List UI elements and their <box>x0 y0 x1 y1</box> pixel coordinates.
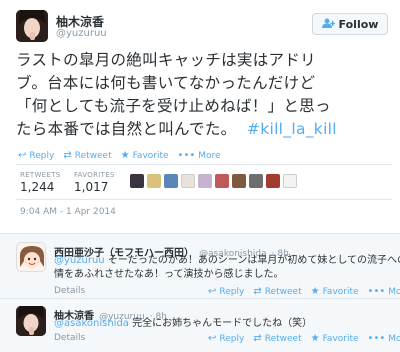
user-avatar[interactable] <box>147 174 161 188</box>
retweet-button[interactable]: ⇄ Retweet <box>253 333 301 344</box>
more-dots-icon: ••• <box>367 333 386 344</box>
tweet-actions: ↩ Reply ⇄ Retweet ★ Favorite ••• More <box>18 150 221 161</box>
reply-details-link[interactable]: Details <box>54 333 85 343</box>
divider <box>16 164 392 165</box>
reply-details-link[interactable]: Details <box>54 286 85 296</box>
more-label: More <box>388 333 400 344</box>
tweet-text-line: ブ。台本には何も書いてなかったんだけど <box>16 74 316 92</box>
more-label: More <box>198 150 221 161</box>
reply-text: @asakonishida 完全にお姉ちゃんモードでしたね（笑） <box>54 317 312 331</box>
user-avatar[interactable] <box>266 174 280 188</box>
favorite-button[interactable]: ★ Favorite <box>311 333 359 344</box>
favorite-star-icon: ★ <box>310 286 320 297</box>
reply-icon: ↩ <box>208 286 217 297</box>
retweet-label: Retweet <box>74 150 112 161</box>
author-avatar[interactable] <box>16 10 48 42</box>
user-avatar[interactable] <box>232 174 246 188</box>
favorites-count[interactable]: 1,017 <box>74 180 108 194</box>
reply-text: @yuzuruu そーだったのかあ！あのシーンは皐月が初めて妹としての流子への愛… <box>54 254 400 282</box>
more-dots-icon: ••• <box>177 150 196 161</box>
tweet-timestamp[interactable]: 9:04 AM - 1 Apr 2014 <box>20 207 116 217</box>
favorite-label: Favorite <box>132 150 169 161</box>
tweet-text-line-end: たら本番では自然と叫んでた。 <box>16 120 237 138</box>
favorite-button[interactable]: ★ Favorite <box>121 150 169 161</box>
reply-text-content: 完全にお姉ちゃんモードでしたね（笑） <box>128 318 313 329</box>
reply-avatar[interactable] <box>16 306 46 336</box>
tweet-text-line: 「何としても流子を受け止めねば！」と思っ <box>16 97 331 115</box>
favorite-star-icon: ★ <box>120 150 130 161</box>
retweet-label: Retweet <box>264 286 302 297</box>
favoriters-avatars <box>130 174 297 188</box>
retweet-button[interactable]: ⇄ Retweet <box>253 286 301 297</box>
reply-label: Reply <box>29 150 55 161</box>
user-avatar[interactable] <box>181 174 195 188</box>
reply-button[interactable]: ↩ Reply <box>18 150 54 161</box>
reply-text-line: @yuzuruu そーだったのかあ！あのシーンは皐月が初めて妹としての流子への愛 <box>54 254 400 268</box>
tweet-text: ラストの皐月の絶叫キャッチは実はアドリ ブ。台本には何も書いてなかったんだけど … <box>16 49 392 141</box>
retweet-icon: ⇄ <box>253 286 262 297</box>
reply-mention-link[interactable]: @yuzuruu <box>54 255 105 266</box>
favorite-button[interactable]: ★ Favorite <box>311 286 359 297</box>
reply-icon: ↩ <box>208 333 217 344</box>
retweets-label: RETWEETS <box>20 171 61 179</box>
user-avatar[interactable] <box>283 174 297 188</box>
more-button[interactable]: •••More <box>368 286 400 297</box>
tweet-text-line: ラストの皐月の絶叫キャッチは実はアドリ <box>16 51 316 69</box>
tweet-text-line: たら本番では自然と叫んでた。 #kill_la_kill <box>16 118 392 141</box>
reply-avatar[interactable] <box>16 242 46 272</box>
reply-button[interactable]: ↩ Reply <box>208 333 244 344</box>
reply-button[interactable]: ↩ Reply <box>208 286 244 297</box>
reply-icon: ↩ <box>18 150 27 161</box>
favorite-label: Favorite <box>322 333 359 344</box>
favorite-label: Favorite <box>322 286 359 297</box>
reply-actions: ↩Reply ⇄Retweet ★Favorite •••More <box>208 333 400 344</box>
hashtag-link[interactable]: #kill_la_kill <box>247 120 337 138</box>
reply-actions: ↩Reply ⇄Retweet ★Favorite •••More <box>208 286 400 297</box>
reply-text-content: そーだったのかあ！あのシーンは皐月が初めて妹としての流子への愛 <box>104 255 400 266</box>
reply-text-line: 情をあふれさせたなあ！って演技から感じました。 <box>54 269 284 280</box>
author-handle[interactable]: @yuzuruu <box>56 28 107 39</box>
user-avatar[interactable] <box>249 174 263 188</box>
retweet-icon: ⇄ <box>253 333 262 344</box>
retweets-count[interactable]: 1,244 <box>20 180 54 194</box>
reply-label: Reply <box>219 333 245 344</box>
more-button[interactable]: •••More <box>368 333 400 344</box>
follow-label: Follow <box>338 17 379 31</box>
divider <box>16 199 392 200</box>
favorite-star-icon: ★ <box>310 333 320 344</box>
favorites-label: FAVORITES <box>74 171 115 179</box>
more-label: More <box>388 286 400 297</box>
more-dots-icon: ••• <box>367 286 386 297</box>
user-avatar[interactable] <box>215 174 229 188</box>
reply-mention-link[interactable]: @asakonishida <box>54 318 129 329</box>
user-avatar[interactable] <box>164 174 178 188</box>
reply-label: Reply <box>219 286 245 297</box>
retweet-label: Retweet <box>264 333 302 344</box>
retweet-icon: ⇄ <box>63 150 72 161</box>
divider <box>0 298 400 299</box>
user-avatar[interactable] <box>198 174 212 188</box>
user-avatar[interactable] <box>130 174 144 188</box>
more-button[interactable]: •••More <box>178 150 221 161</box>
follow-person-icon <box>321 18 335 31</box>
retweet-button[interactable]: ⇄ Retweet <box>63 150 111 161</box>
follow-button[interactable]: Follow <box>312 13 388 35</box>
